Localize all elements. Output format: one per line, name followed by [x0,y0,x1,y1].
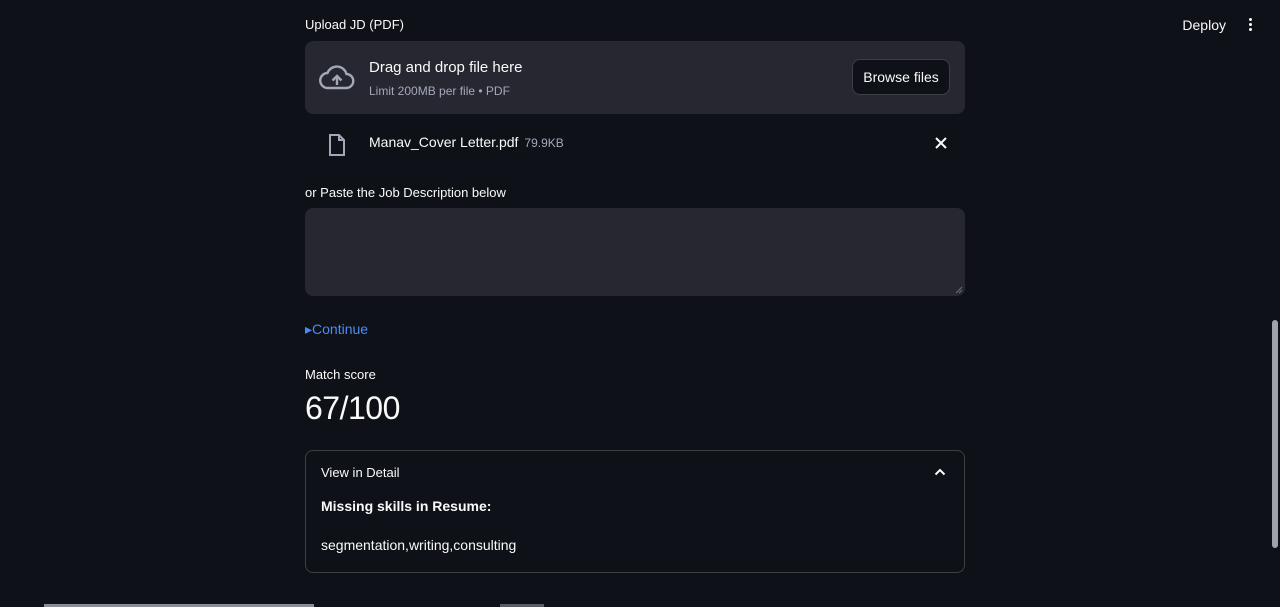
job-description-label: or Paste the Job Description below [305,185,506,200]
file-size: 79.9KB [524,136,564,150]
uploaded-file-row: Manav_Cover Letter.pdf 79.9KB [305,126,965,162]
cloud-upload-icon [319,65,355,90]
file-icon [329,134,345,156]
file-name: Manav_Cover Letter.pdf 79.9KB [369,134,564,150]
match-score-value: 67/100 [305,390,400,426]
vertical-scrollbar[interactable] [1272,320,1278,548]
missing-skills-list: segmentation,writing,consulting [321,537,517,553]
more-menu-icon[interactable] [1244,16,1256,36]
remove-file-icon[interactable] [934,136,948,150]
missing-skills-heading: Missing skills in Resume: [321,498,492,514]
deploy-button[interactable]: Deploy [1182,17,1226,33]
match-score-label: Match score [305,367,376,382]
continue-link[interactable]: ▸Continue [305,321,368,338]
chevron-up-icon[interactable] [934,467,946,477]
dropzone-title: Drag and drop file here [369,59,523,76]
job-description-textarea[interactable] [305,208,965,296]
upload-label: Upload JD (PDF) [305,17,404,32]
dropzone-subtitle: Limit 200MB per file • PDF [369,84,510,98]
view-detail-expander: View in Detail Missing skills in Resume:… [305,450,965,573]
browse-files-button[interactable]: Browse files [852,59,950,95]
resize-handle-icon[interactable] [955,286,963,294]
expander-title[interactable]: View in Detail [321,465,400,480]
file-dropzone[interactable]: Drag and drop file here Limit 200MB per … [305,41,965,114]
